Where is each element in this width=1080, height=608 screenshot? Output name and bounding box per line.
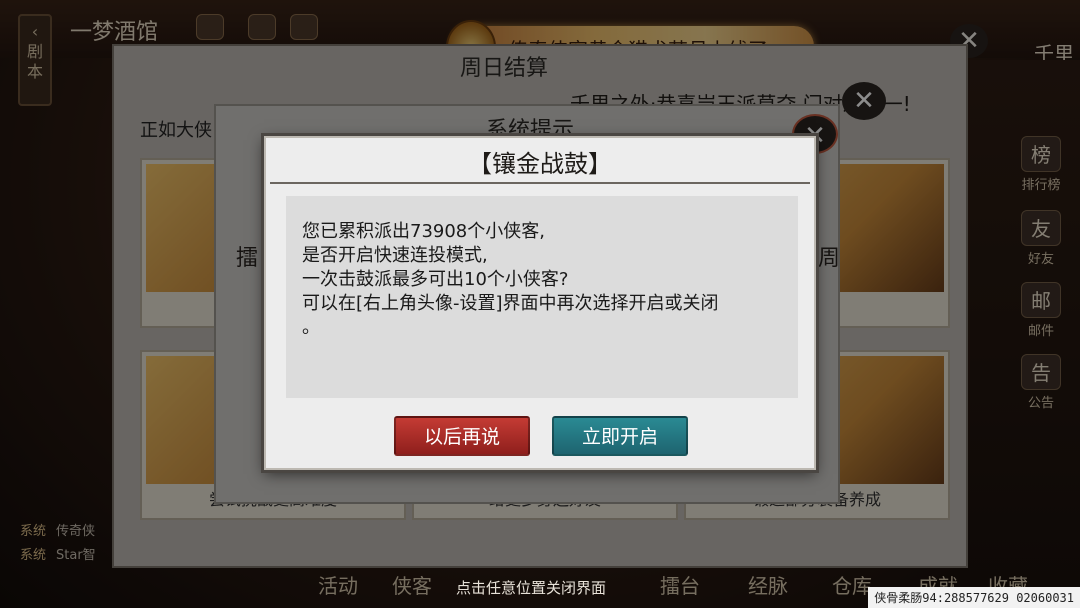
message-line: 一次击鼓派最多可出10个小侠客? bbox=[302, 269, 569, 290]
message-line: 您已累积派出73908个小侠客, bbox=[302, 221, 545, 242]
watermark: 侠骨柔肠94:288577629 02060031 bbox=[868, 587, 1080, 608]
gold-drum-modal: 【镶金战鼓】 您已累积派出73908个小侠客, 是否开启快速连投模式, 一次击鼓… bbox=[264, 136, 816, 470]
divider bbox=[270, 182, 810, 184]
message-line: 。 bbox=[302, 317, 320, 338]
later-button[interactable]: 以后再说 bbox=[394, 416, 530, 456]
message-line: 可以在[右上角头像-设置]界面中再次选择开启或关闭 bbox=[302, 293, 719, 314]
enable-now-button[interactable]: 立即开启 bbox=[552, 416, 688, 456]
modal-message: 您已累积派出73908个小侠客, 是否开启快速连投模式, 一次击鼓派最多可出10… bbox=[286, 196, 798, 398]
close-hint: 点击任意位置关闭界面 bbox=[456, 579, 607, 597]
modal-title: 【镶金战鼓】 bbox=[468, 150, 612, 178]
message-line: 是否开启快速连投模式, bbox=[302, 245, 488, 266]
